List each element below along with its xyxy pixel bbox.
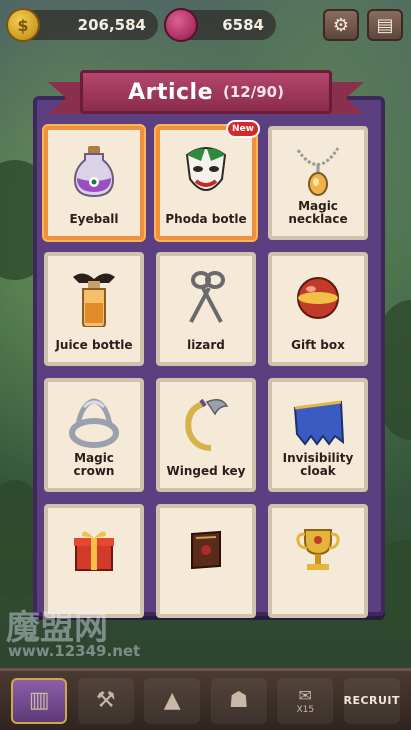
book-icon: ▤ bbox=[376, 14, 394, 36]
panel-title: Article bbox=[128, 79, 213, 105]
scroll-icon: ✉ bbox=[298, 686, 312, 705]
item-label: Phoda botle bbox=[165, 211, 247, 226]
trophy-icon bbox=[288, 520, 348, 580]
winged-key-icon bbox=[176, 394, 236, 454]
book-icon: ▥ bbox=[28, 688, 50, 713]
scissors-icon bbox=[176, 268, 236, 328]
item-card-winged-key[interactable]: Winged key bbox=[156, 378, 256, 492]
hero-icon: ☗ bbox=[228, 688, 249, 713]
book-button[interactable]: ▤ bbox=[367, 9, 403, 41]
item-label: Magic necklace bbox=[288, 198, 348, 226]
gift-box-icon bbox=[288, 268, 348, 328]
item-label: Juice bottle bbox=[55, 337, 133, 352]
necklace-icon bbox=[288, 142, 348, 202]
settings-button[interactable]: ⚙ bbox=[323, 9, 359, 41]
item-card-magic-necklace[interactable]: Magic necklace bbox=[268, 126, 368, 240]
dock-scroll-button[interactable]: ✉ X15 bbox=[277, 677, 334, 724]
cloak-icon bbox=[288, 394, 348, 454]
dock-hammer-button[interactable]: ⚒ bbox=[77, 677, 134, 724]
item-card-gift-box[interactable]: Gift box bbox=[268, 252, 368, 366]
gem-amount: 6584 bbox=[222, 16, 264, 34]
bottom-dock: ▥ ⚒ ▲ ☗ ✉ X15 RECRUIT bbox=[0, 668, 411, 730]
item-card-trophy[interactable] bbox=[268, 504, 368, 618]
crown-icon bbox=[64, 394, 124, 454]
wizard-hat-icon: ▲ bbox=[163, 688, 181, 713]
item-grid: Eyeball New Phoda botle Magic necklace J… bbox=[44, 120, 368, 618]
gold-amount: 206,584 bbox=[77, 16, 146, 34]
item-card-phoda-botle[interactable]: New Phoda botle bbox=[156, 120, 260, 240]
new-badge: New bbox=[226, 120, 260, 138]
item-card-magic-crown[interactable]: Magic crown bbox=[44, 378, 144, 492]
item-card-invisibility-cloak[interactable]: Invisibility cloak bbox=[268, 378, 368, 492]
dock-book-button[interactable]: ▥ bbox=[11, 677, 68, 724]
item-card-lizard[interactable]: lizard bbox=[156, 252, 256, 366]
recruit-button[interactable]: RECRUIT bbox=[343, 677, 401, 724]
item-label: Magic crown bbox=[73, 450, 115, 478]
item-label: Winged key bbox=[166, 463, 246, 478]
item-label: Eyeball bbox=[69, 211, 119, 226]
item-card-eyeball[interactable]: Eyeball bbox=[44, 126, 144, 240]
top-bar: $ 206,584 6584 ⚙ ▤ bbox=[0, 0, 411, 50]
hammer-icon: ⚒ bbox=[95, 688, 116, 713]
gold-coin-icon: $ bbox=[6, 8, 40, 42]
jester-mask-icon bbox=[176, 142, 236, 202]
spellbook-icon bbox=[176, 520, 236, 580]
item-label: Gift box bbox=[291, 337, 345, 352]
dock-wizard-hat-button[interactable]: ▲ bbox=[144, 677, 201, 724]
item-label: lizard bbox=[187, 337, 225, 352]
title-ribbon: Article (12/90) bbox=[48, 70, 364, 118]
item-card-spellbook[interactable] bbox=[156, 504, 256, 618]
item-label: Invisibility cloak bbox=[282, 450, 354, 478]
scroll-count: X15 bbox=[296, 705, 315, 715]
gem-icon bbox=[164, 8, 198, 42]
present-icon bbox=[64, 520, 124, 580]
item-card-juice-bottle[interactable]: Juice bottle bbox=[44, 252, 144, 366]
gold-counter: $ 206,584 bbox=[6, 8, 158, 42]
collection-count: (12/90) bbox=[223, 83, 284, 101]
dock-hero-button[interactable]: ☗ bbox=[210, 677, 267, 724]
potion-bottle-icon bbox=[64, 142, 124, 202]
gem-counter: 6584 bbox=[164, 8, 276, 42]
gear-icon: ⚙ bbox=[332, 14, 350, 36]
juice-bottle-icon bbox=[64, 268, 124, 328]
recruit-label: RECRUIT bbox=[343, 694, 401, 707]
item-card-present[interactable] bbox=[44, 504, 144, 618]
